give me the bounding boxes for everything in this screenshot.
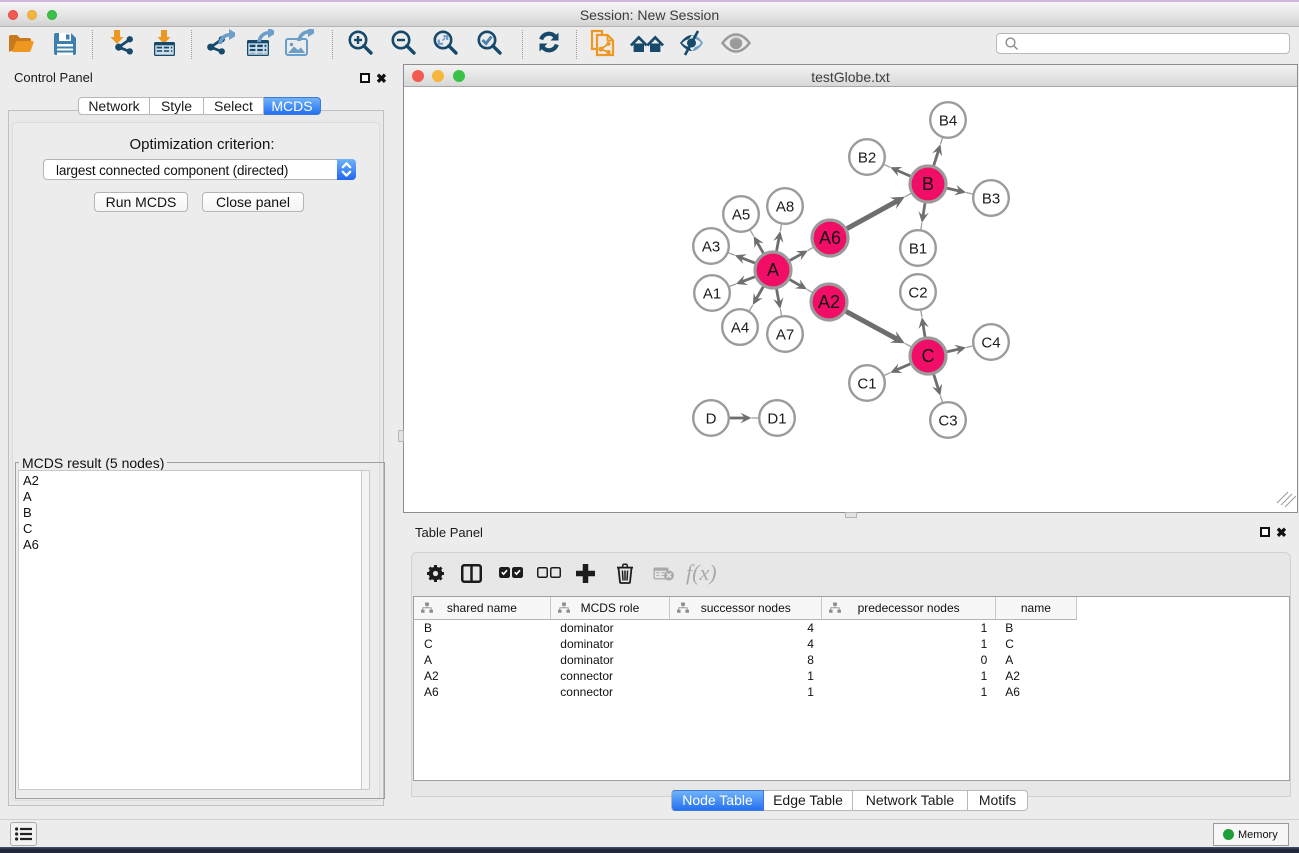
svg-text:A: A (767, 260, 779, 280)
svg-text:C3: C3 (938, 413, 957, 430)
svg-text:A8: A8 (776, 199, 794, 216)
svg-text:C: C (922, 346, 935, 366)
svg-text:B2: B2 (858, 150, 876, 167)
svg-text:C1: C1 (857, 376, 876, 393)
svg-text:B3: B3 (982, 191, 1000, 208)
svg-text:A2: A2 (818, 292, 840, 312)
svg-text:A4: A4 (731, 320, 749, 337)
svg-text:A6: A6 (819, 228, 841, 248)
svg-text:B1: B1 (909, 241, 927, 258)
svg-text:A5: A5 (732, 207, 750, 224)
svg-text:A3: A3 (702, 239, 720, 256)
svg-text:B: B (922, 174, 934, 194)
svg-text:C4: C4 (981, 335, 1000, 352)
svg-text:C2: C2 (908, 285, 927, 302)
svg-text:A1: A1 (703, 286, 721, 303)
svg-text:A7: A7 (776, 327, 794, 344)
svg-text:D: D (706, 411, 717, 428)
svg-text:B4: B4 (939, 113, 957, 130)
svg-text:D1: D1 (767, 411, 786, 428)
